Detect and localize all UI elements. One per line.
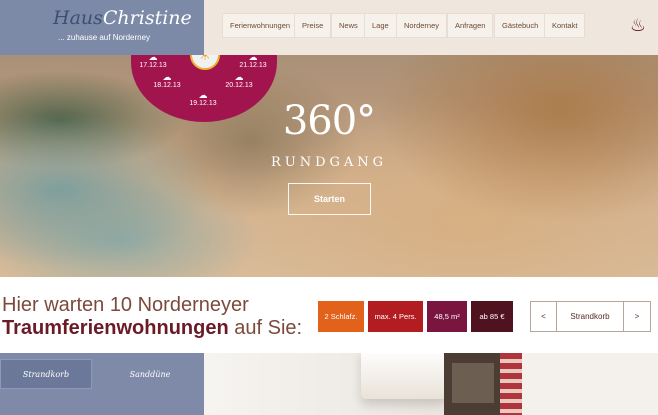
weather-date: 19.12.13: [189, 100, 217, 107]
weather-day-3: ☁ 19.12.13: [189, 90, 217, 107]
weather-date: 21.12.13: [239, 62, 267, 69]
teaser-suffix: auf Sie:: [228, 317, 303, 339]
nav-anfragen[interactable]: Anfragen: [447, 13, 494, 38]
tab-strandkorb[interactable]: Strandkorb: [0, 359, 92, 389]
hero-title: 360°: [282, 98, 376, 144]
curtain: [500, 353, 522, 415]
wall: [522, 353, 658, 415]
teaser-line-2: Traumferienwohnungen auf Sie:: [2, 317, 302, 340]
logo[interactable]: HausChristine ... zuhause auf Norderney: [0, 0, 204, 55]
logo-tagline: ... zuhause auf Norderney: [58, 33, 151, 42]
weather-date: 18.12.13: [153, 82, 181, 89]
next-apartment-button[interactable]: >: [623, 301, 651, 332]
nav-preise[interactable]: Preise: [294, 13, 332, 38]
teaser-line-1: Hier warten 10 Norderneyer: [2, 294, 249, 316]
cloud-rain-icon: ☁: [198, 90, 208, 100]
apartment-photo: [204, 353, 658, 415]
nav-gaestebuch[interactable]: Gästebuch: [494, 13, 547, 38]
weather-date: 20.12.13: [225, 82, 253, 89]
nav-kontakt[interactable]: Kontakt: [544, 13, 586, 38]
teaser-highlight: Traumferienwohnungen: [2, 317, 229, 339]
logo-text: HausChristine: [53, 7, 192, 29]
start-tour-button[interactable]: Starten: [288, 183, 371, 215]
feature-size: 48,5 m²: [427, 301, 467, 332]
sauna-icon[interactable]: ♨: [627, 14, 649, 36]
apartment-name: Strandkorb: [556, 301, 624, 332]
nav-news[interactable]: News: [331, 13, 366, 38]
tab-sandduene[interactable]: Sanddüne: [104, 359, 196, 389]
weather-day-4: ☁ 20.12.13: [225, 72, 253, 89]
cabinet-glass: [452, 363, 494, 403]
prev-apartment-button[interactable]: <: [530, 301, 557, 332]
weather-date: 17.12.13: [139, 62, 167, 69]
nav-lage[interactable]: Lage: [364, 13, 397, 38]
logo-christine: Christine: [102, 7, 192, 29]
weather-day-2: ☁ 18.12.13: [153, 72, 181, 89]
logo-haus: Haus: [53, 7, 103, 29]
feature-persons: max. 4 Pers.: [368, 301, 423, 332]
nav-ferienwohnungen[interactable]: Ferienwohnungen: [222, 13, 299, 38]
feature-bedrooms: 2 Schlafz.: [318, 301, 364, 332]
hero-subtitle: RUNDGANG: [270, 155, 388, 170]
feature-price: ab 85 €: [471, 301, 513, 332]
lamp-shade: [361, 353, 447, 399]
nav-norderney[interactable]: Norderney: [396, 13, 448, 38]
cloud-rain-icon: ☁: [234, 72, 244, 82]
cloud-rain-icon: ☁: [162, 72, 172, 82]
